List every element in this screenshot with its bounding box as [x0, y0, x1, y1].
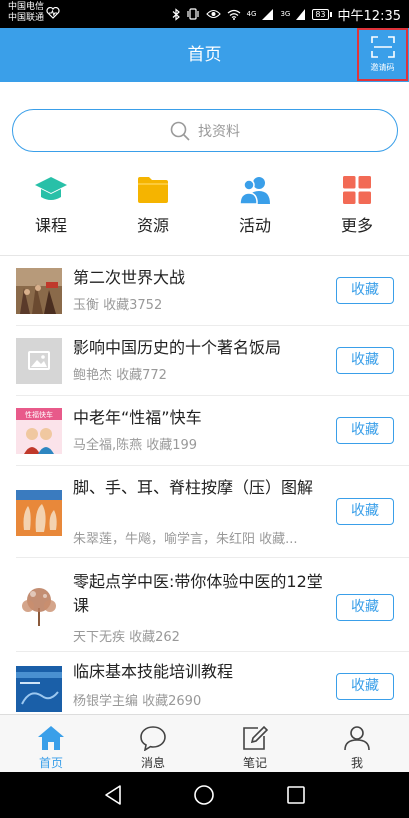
- graduation-cap-icon: [35, 177, 67, 200]
- book-title: 影响中国历史的十个著名饭局: [73, 338, 282, 357]
- vibrate-icon: [186, 8, 199, 20]
- list-item[interactable]: 影响中国历史的十个著名饭局 鲍艳杰 收藏772 收藏: [0, 326, 409, 396]
- book-meta: 马全福,陈燕 收藏199: [73, 438, 198, 453]
- quick-nav-resource-label: 资源: [136, 216, 169, 235]
- book-cover: 性福快车: [16, 408, 62, 454]
- book-title: 脚、手、耳、脊柱按摩（压）图解: [73, 478, 314, 497]
- tab-me[interactable]: 我: [306, 715, 408, 773]
- quick-nav-more-label: 更多: [340, 216, 373, 235]
- folder-icon: [138, 177, 168, 203]
- book-meta: 杨银学主编 收藏2690: [73, 694, 202, 709]
- signal-icon: [262, 8, 274, 20]
- quick-nav-more[interactable]: 更多: [312, 174, 402, 246]
- list-item[interactable]: 脚、手、耳、脊柱按摩（压）图解 朱翠莲，牛飚，喻学言，朱红阳 收藏... 收藏: [0, 466, 409, 558]
- quick-nav-resource[interactable]: 资源: [108, 174, 198, 246]
- carrier-2: 中国联通: [8, 13, 45, 23]
- recent-apps-icon[interactable]: [285, 784, 307, 806]
- status-bar: 中国电信 中国联通 4G 3G 83 中午12:35: [0, 0, 409, 28]
- message-icon: [140, 726, 166, 751]
- book-meta: 朱翠莲，牛飚，喻学言，朱红阳 收藏...: [73, 532, 298, 547]
- bottom-tab-bar: 首页 消息 笔记 我: [0, 714, 409, 772]
- tab-messages[interactable]: 消息: [102, 715, 204, 773]
- favorite-button[interactable]: 收藏: [336, 347, 394, 374]
- book-cover: [16, 490, 62, 536]
- quick-nav-course[interactable]: 课程: [6, 174, 96, 246]
- signal-4g-label: 4G: [246, 10, 257, 18]
- favorite-button[interactable]: 收藏: [336, 673, 394, 700]
- page-title: 首页: [187, 45, 222, 65]
- signal-3g-label: 3G: [280, 10, 291, 18]
- search-icon: [170, 121, 190, 141]
- system-nav-bar: [0, 772, 409, 818]
- clock: 中午12:35: [337, 8, 401, 24]
- book-meta: 鲍艳杰 收藏772: [73, 368, 167, 383]
- book-title: 中老年“性福”快车: [73, 408, 202, 427]
- search-placeholder: 找资料: [198, 123, 240, 140]
- favorite-button[interactable]: 收藏: [336, 498, 394, 525]
- people-icon: [239, 177, 270, 205]
- tab-home-label: 首页: [38, 756, 63, 770]
- scan-icon: [370, 36, 395, 58]
- list-item[interactable]: 第二次世界大战 玉衡 收藏3752 收藏: [0, 256, 409, 326]
- book-cover: [16, 338, 62, 384]
- user-icon: [344, 726, 370, 751]
- book-title: 零起点学中医:带你体验中医的12堂课: [73, 572, 323, 615]
- book-cover-text: 性福快车: [25, 410, 53, 419]
- tab-messages-label: 消息: [140, 756, 165, 770]
- list-item[interactable]: 性福快车 中老年“性福”快车 马全福,陈燕 收藏199 收藏: [0, 396, 409, 466]
- health-icon: [46, 7, 60, 19]
- list-item[interactable]: 临床基本技能培训教程 杨银学主编 收藏2690 收藏: [0, 652, 409, 714]
- carrier-info: 中国电信 中国联通: [8, 2, 44, 24]
- tab-notes-label: 笔记: [242, 756, 267, 770]
- book-title: 第二次世界大战: [73, 268, 186, 287]
- book-list: 第二次世界大战 玉衡 收藏3752 收藏 影响中国历史的十个著名饭局 鲍艳杰 收…: [0, 256, 409, 714]
- quick-nav-activity-label: 活动: [238, 216, 271, 235]
- favorite-button[interactable]: 收藏: [336, 277, 394, 304]
- bluetooth-icon: [172, 7, 180, 21]
- quick-nav-activity[interactable]: 活动: [210, 174, 300, 246]
- book-meta: 天下无疾 收藏262: [73, 630, 180, 645]
- invite-code-label: 邀请码: [370, 63, 395, 72]
- favorite-button[interactable]: 收藏: [336, 594, 394, 621]
- book-cover: [16, 582, 62, 628]
- note-edit-icon: [243, 725, 269, 750]
- book-cover: [16, 268, 62, 314]
- app-header: 首页 邀请码: [0, 28, 409, 82]
- book-meta: 玉衡 收藏3752: [73, 298, 163, 313]
- battery-icon: 83: [312, 8, 332, 20]
- quick-nav-course-label: 课程: [34, 216, 67, 235]
- tab-home[interactable]: 首页: [0, 715, 102, 773]
- signal-icon-2: [296, 8, 306, 20]
- carrier-1: 中国电信: [8, 2, 45, 12]
- grid-icon: [343, 176, 371, 204]
- favorite-button[interactable]: 收藏: [336, 417, 394, 444]
- search-input[interactable]: 找资料: [12, 109, 398, 152]
- status-icons: 4G 3G 83 中午12:35: [172, 6, 401, 24]
- invite-code-button[interactable]: 邀请码: [357, 28, 408, 81]
- home-icon: [38, 726, 64, 750]
- battery-level: 83: [312, 8, 329, 20]
- tab-me-label: 我: [350, 756, 363, 770]
- book-cover: [16, 666, 62, 712]
- eye-icon: [205, 9, 221, 19]
- tab-notes[interactable]: 笔记: [204, 715, 306, 773]
- home-circle-icon[interactable]: [193, 784, 215, 806]
- back-icon[interactable]: [102, 784, 124, 806]
- book-title: 临床基本技能培训教程: [73, 662, 234, 681]
- quick-nav: 课程 资源 活动 更多: [0, 174, 409, 246]
- list-item[interactable]: 零起点学中医:带你体验中医的12堂课 天下无疾 收藏262 收藏: [0, 558, 409, 652]
- wifi-icon: [227, 9, 240, 20]
